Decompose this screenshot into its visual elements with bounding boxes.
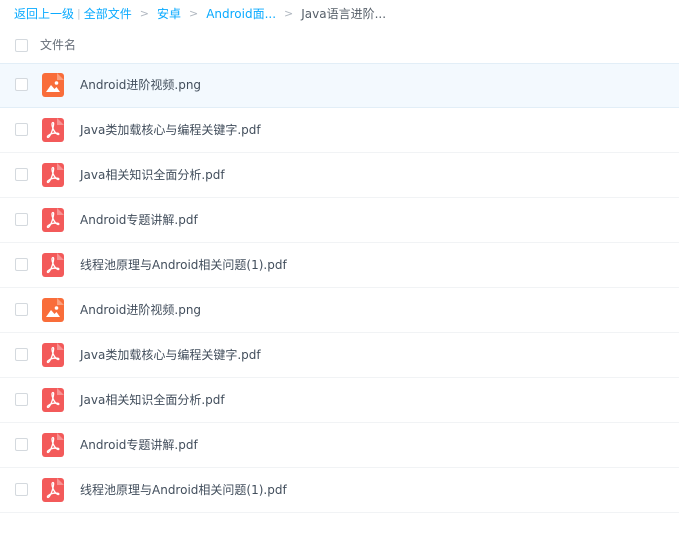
file-name-link[interactable]: Android专题讲解.pdf [80, 437, 198, 453]
file-name-link[interactable]: Android专题讲解.pdf [80, 212, 198, 228]
file-list: Android进阶视频.png Java类加载核心与编程关键字.pdf Java相关… [0, 63, 679, 513]
file-name-link[interactable]: Android进阶视频.png [80, 302, 201, 318]
row-checkbox[interactable] [15, 168, 28, 181]
file-name-link[interactable]: 线程池原理与Android相关问题(1).pdf [80, 257, 287, 273]
file-row[interactable]: 线程池原理与Android相关问题(1).pdf [0, 468, 679, 513]
image-icon [42, 298, 64, 322]
file-name-link[interactable]: Android进阶视频.png [80, 77, 201, 93]
file-row[interactable]: Java相关知识全面分析.pdf [0, 153, 679, 198]
row-checkbox[interactable] [15, 213, 28, 226]
file-row[interactable]: 线程池原理与Android相关问题(1).pdf [0, 243, 679, 288]
back-link[interactable]: 返回上一级 [14, 6, 74, 22]
breadcrumb-item-anzhuo[interactable]: 安卓 [157, 6, 181, 22]
file-row[interactable]: Android进阶视频.png [0, 288, 679, 333]
file-row[interactable]: Android进阶视频.png [0, 63, 679, 108]
pdf-icon [42, 208, 64, 232]
row-checkbox[interactable] [15, 78, 28, 91]
file-name-link[interactable]: Java类加载核心与编程关键字.pdf [80, 122, 261, 138]
image-icon [42, 73, 64, 97]
file-row[interactable]: Android专题讲解.pdf [0, 423, 679, 468]
row-checkbox[interactable] [15, 258, 28, 271]
row-checkbox[interactable] [15, 393, 28, 406]
row-checkbox[interactable] [15, 483, 28, 496]
file-row[interactable]: Java相关知识全面分析.pdf [0, 378, 679, 423]
pdf-icon [42, 478, 64, 502]
select-all-checkbox[interactable] [15, 39, 28, 52]
row-checkbox[interactable] [15, 123, 28, 136]
list-header: 文件名 [0, 28, 679, 62]
chevron-right-icon: > [139, 7, 149, 20]
file-row[interactable]: Java类加载核心与编程关键字.pdf [0, 333, 679, 378]
pdf-icon [42, 253, 64, 277]
pdf-icon [42, 433, 64, 457]
file-row[interactable]: Android专题讲解.pdf [0, 198, 679, 243]
file-row[interactable]: Java类加载核心与编程关键字.pdf [0, 108, 679, 153]
column-header-filename[interactable]: 文件名 [40, 37, 76, 53]
row-checkbox[interactable] [15, 438, 28, 451]
file-name-link[interactable]: Java相关知识全面分析.pdf [80, 167, 225, 183]
file-name-link[interactable]: 线程池原理与Android相关问题(1).pdf [80, 482, 287, 498]
chevron-right-icon: > [188, 7, 199, 20]
pdf-icon [42, 388, 64, 412]
pdf-icon [42, 163, 64, 187]
chevron-right-icon: > [284, 7, 294, 20]
file-browser: 返回上一级 | 全部文件 > 安卓 > Android面... > Java语言… [0, 0, 679, 552]
pdf-icon [42, 118, 64, 142]
breadcrumb-current: Java语言进阶... [301, 7, 387, 21]
row-checkbox[interactable] [15, 348, 28, 361]
file-name-link[interactable]: Java相关知识全面分析.pdf [80, 392, 225, 408]
breadcrumb-item-android[interactable]: Android面... [206, 6, 276, 22]
row-checkbox[interactable] [15, 303, 28, 316]
breadcrumb: 返回上一级 | 全部文件 > 安卓 > Android面... > Java语言… [14, 6, 386, 22]
pdf-icon [42, 343, 64, 367]
breadcrumb-divider: | [77, 7, 81, 20]
file-name-link[interactable]: Java类加载核心与编程关键字.pdf [80, 347, 261, 363]
all-files-link[interactable]: 全部文件 [84, 6, 132, 22]
